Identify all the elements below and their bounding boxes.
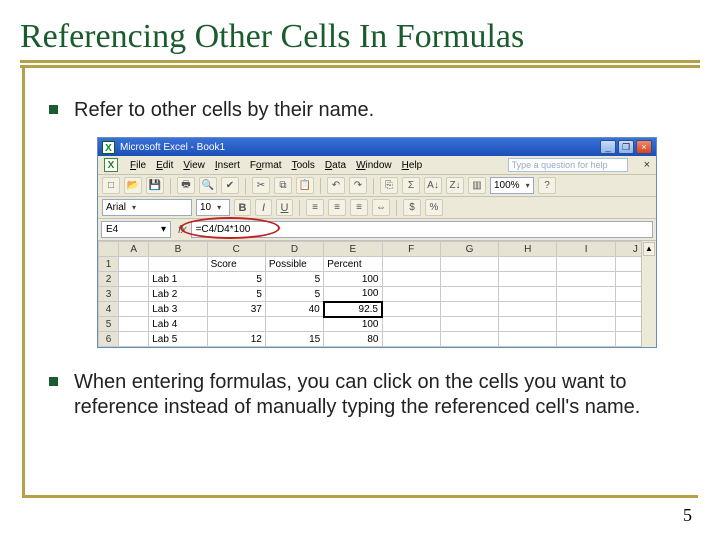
menu-data[interactable]: Data [325,160,346,171]
paste-icon[interactable]: 📋 [296,177,314,194]
row-head[interactable]: 5 [99,317,119,332]
square-bullet-icon [49,377,58,386]
underline-button[interactable]: U [276,199,293,216]
row-head[interactable]: 2 [99,272,119,287]
cut-icon[interactable]: ✂ [252,177,270,194]
row-6: 6 Lab 5 12 15 80 [99,332,656,347]
align-center-icon[interactable]: ≡ [328,199,346,216]
merge-icon[interactable]: ⇔ [372,199,390,216]
hyperlink-icon[interactable]: ⎘ [380,177,398,194]
minimize-button[interactable]: _ [600,140,616,154]
formula-bar[interactable]: =C4/D4*100 [191,221,653,238]
row-3: 3 Lab 2 5 5 100 [99,287,656,302]
sort-asc-icon[interactable]: A↓ [424,177,442,194]
zoom-combo[interactable]: 100%▾ [490,177,534,194]
menu-file[interactable]: File [130,160,146,171]
excel-app-icon: X [102,141,115,154]
col-B[interactable]: B [149,242,207,257]
copy-icon[interactable]: ⧉ [274,177,292,194]
name-box[interactable]: E4 ▾ [101,221,171,238]
scroll-up-icon[interactable]: ▲ [643,242,655,256]
chevron-down-icon: ▾ [526,181,530,190]
save-icon[interactable]: 💾 [146,177,164,194]
help-icon[interactable]: ? [538,177,556,194]
chevron-down-icon: ▾ [161,222,166,237]
undo-icon[interactable]: ↶ [327,177,345,194]
row-head[interactable]: 1 [99,257,119,272]
col-C[interactable]: C [207,242,265,257]
menu-insert[interactable]: Insert [215,160,240,171]
col-D[interactable]: D [265,242,323,257]
menu-window[interactable]: Window [356,160,392,171]
excel-screenshot: X Microsoft Excel - Book1 _ ❐ × X File E… [97,137,680,348]
chevron-down-icon: ▾ [217,203,221,212]
autosum-icon[interactable]: Σ [402,177,420,194]
selected-cell: 92.5 [324,302,382,317]
align-left-icon[interactable]: ≡ [306,199,324,216]
print-icon[interactable]: 🖶 [177,177,195,194]
worksheet-grid[interactable]: A B C D E F G H I J 1 [98,241,656,347]
square-bullet-icon [49,105,58,114]
sort-desc-icon[interactable]: Z↓ [446,177,464,194]
new-icon[interactable]: □ [102,177,120,194]
open-icon[interactable]: 📂 [124,177,142,194]
align-right-icon[interactable]: ≡ [350,199,368,216]
menu-view[interactable]: View [183,160,205,171]
chart-icon[interactable]: ▥ [468,177,486,194]
maximize-button[interactable]: ❐ [618,140,634,154]
menu-help[interactable]: Help [402,160,423,171]
col-I[interactable]: I [557,242,615,257]
bold-button[interactable]: B [234,199,251,216]
bullet-2-text: When entering formulas, you can click on… [74,370,680,420]
menu-bar: X File Edit View Insert Format Tools Dat… [98,156,656,175]
percent-icon[interactable]: % [425,199,443,216]
redo-icon[interactable]: ↷ [349,177,367,194]
col-H[interactable]: H [499,242,557,257]
row-head[interactable]: 6 [99,332,119,347]
col-E[interactable]: E [324,242,382,257]
name-box-value: E4 [106,222,118,237]
content-frame: Refer to other cells by their name. X Mi… [22,68,698,498]
italic-button[interactable]: I [255,199,272,216]
row-head[interactable]: 3 [99,287,119,302]
slide-title: Referencing Other Cells In Formulas [20,18,700,56]
help-search-input[interactable]: Type a question for help [508,158,628,172]
chevron-down-icon: ▾ [132,203,136,212]
row-head[interactable]: 4 [99,302,119,317]
menu-format[interactable]: Format [250,160,282,171]
formula-bar-row: E4 ▾ fx =C4/D4*100 [98,219,656,241]
title-rule [20,60,700,63]
currency-icon[interactable]: $ [403,199,421,216]
font-size-combo[interactable]: 10▾ [196,199,230,216]
row-1: 1 Score Possible Percent [99,257,656,272]
column-header-row: A B C D E F G H I J [99,242,656,257]
menu-edit[interactable]: Edit [156,160,173,171]
doc-icon: X [104,158,118,172]
col-F[interactable]: F [382,242,440,257]
page-number: 5 [683,505,692,526]
formatting-toolbar: Arial▾ 10▾ B I U ≡ ≡ ≡ ⇔ $ % [98,197,656,219]
close-button[interactable]: × [636,140,652,154]
window-title: Microsoft Excel - Book1 [120,142,600,153]
menu-tools[interactable]: Tools [292,160,315,171]
fx-icon[interactable]: fx [178,224,187,236]
spell-icon[interactable]: ✔ [221,177,239,194]
col-A[interactable]: A [119,242,149,257]
bullet-1: Refer to other cells by their name. [43,98,680,123]
bullet-1-text: Refer to other cells by their name. [74,98,680,123]
select-all-corner[interactable] [99,242,119,257]
col-G[interactable]: G [440,242,498,257]
row-5: 5 Lab 4 100 [99,317,656,332]
preview-icon[interactable]: 🔍 [199,177,217,194]
bullet-2: When entering formulas, you can click on… [43,370,680,420]
standard-toolbar: □ 📂 💾 🖶 🔍 ✔ ✂ ⧉ 📋 ↶ ↷ ⎘ Σ [98,175,656,197]
vertical-scrollbar[interactable]: ▲ [641,241,656,347]
font-name-combo[interactable]: Arial▾ [102,199,192,216]
row-2: 2 Lab 1 5 5 100 [99,272,656,287]
window-titlebar: X Microsoft Excel - Book1 _ ❐ × [98,138,656,156]
row-4: 4 Lab 3 37 40 92.5 [99,302,656,317]
doc-close-icon[interactable]: × [644,159,650,171]
